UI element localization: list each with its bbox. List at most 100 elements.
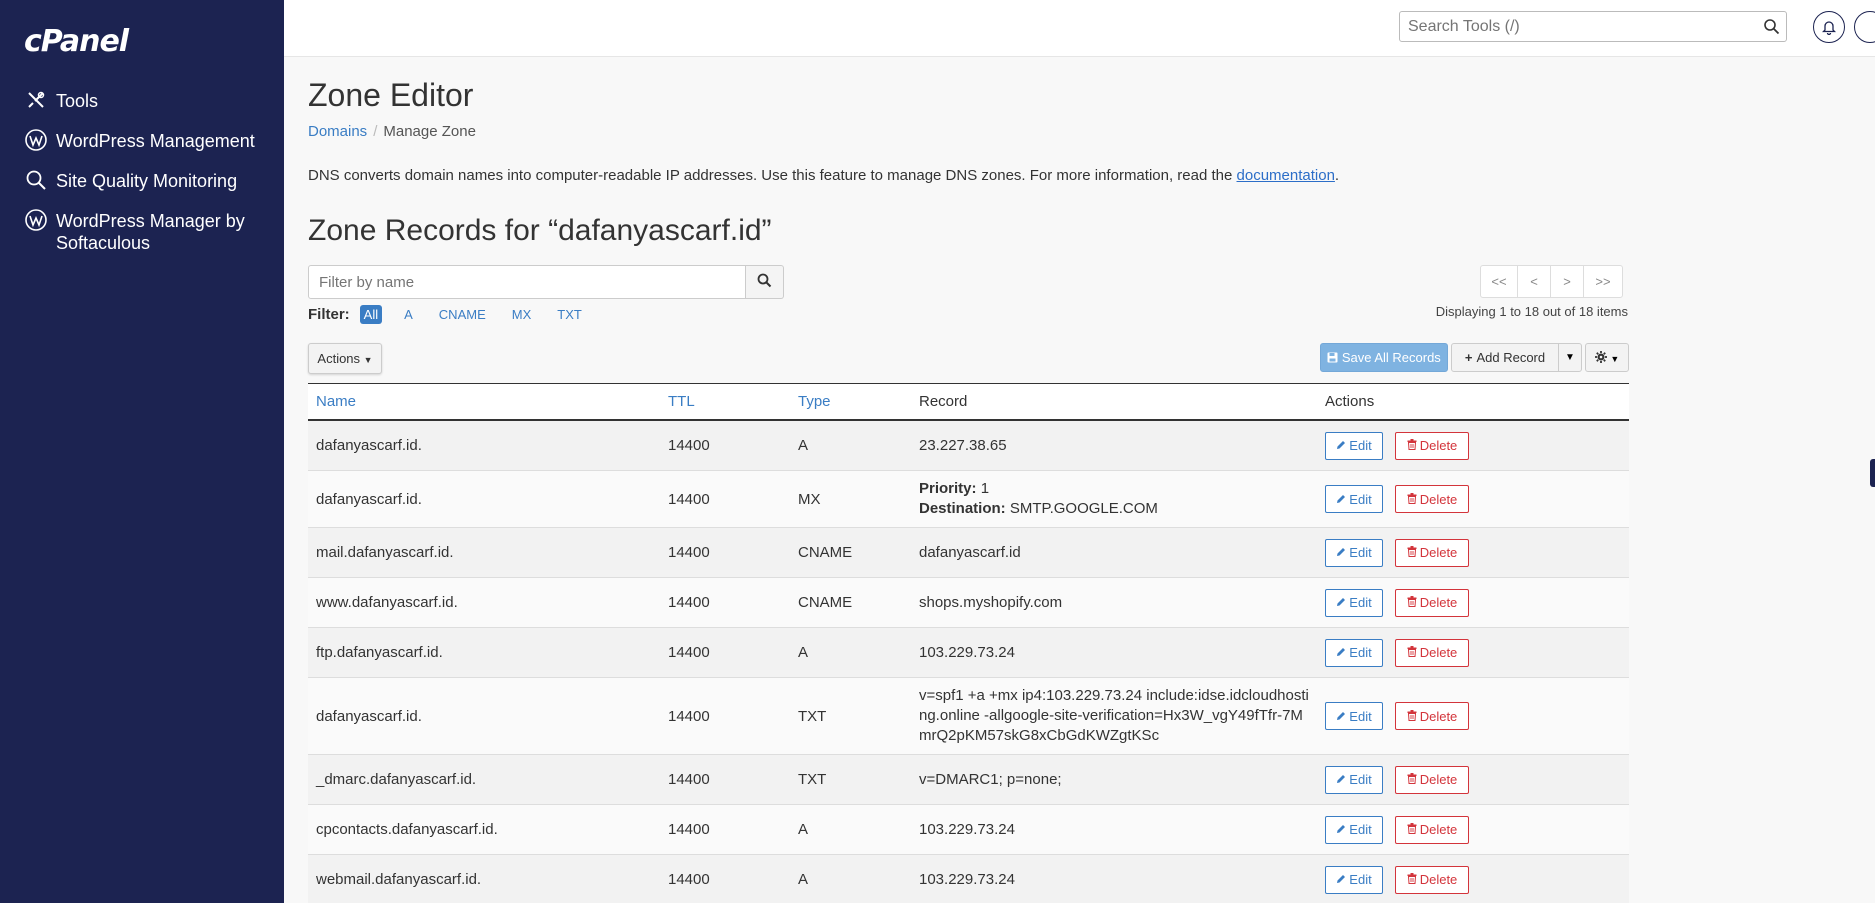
delete-button[interactable]: Delete [1395, 638, 1469, 667]
delete-button[interactable]: Delete [1395, 588, 1469, 617]
filter-cname[interactable]: CNAME [435, 305, 490, 324]
sidebar: cPanel Tools WordPress Management Site Q… [0, 0, 284, 903]
record-type: TXT [798, 707, 827, 725]
sidebar-item-tools[interactable]: Tools [0, 88, 284, 128]
cpanel-logo[interactable]: cPanel [24, 24, 129, 59]
sidebar-item-label: WordPress Manager by Softaculous [56, 211, 245, 253]
caret-down-icon: ▼ [1565, 352, 1575, 363]
scrollbar-handle[interactable] [1870, 459, 1875, 487]
edit-button[interactable]: Edit [1325, 588, 1383, 617]
pencil-icon [1336, 709, 1349, 724]
record-ttl: 14400 [668, 437, 710, 454]
record-type: A [798, 871, 809, 888]
zone-records-title: Zone Records for “dafanyascarf.id” [308, 214, 772, 247]
filter-mx[interactable]: MX [508, 305, 536, 324]
edit-button[interactable]: Edit [1325, 815, 1383, 844]
settings-dropdown-button[interactable]: ▼ [1585, 343, 1629, 372]
pencil-icon [1336, 645, 1349, 660]
sidebar-item-wordpress-management[interactable]: WordPress Management [0, 128, 284, 168]
trash-icon [1407, 545, 1420, 560]
record-type: CNAME [798, 594, 853, 611]
record-name: _dmarc.dafanyascarf.id. [316, 771, 477, 788]
table-row: dafanyascarf.id. 14400 A 23.227.38.65 Edit De… [308, 421, 1629, 471]
filter-a[interactable]: A [400, 305, 417, 324]
row-actions: Edit Delete [1317, 865, 1629, 894]
pencil-icon [1336, 545, 1349, 560]
documentation-link[interactable]: documentation [1237, 167, 1335, 184]
filter-all[interactable]: All [359, 305, 383, 324]
breadcrumb-domains-link[interactable]: Domains [308, 123, 367, 140]
sidebar-item-site-quality-monitoring[interactable]: Site Quality Monitoring [0, 168, 284, 208]
wordpress-icon [24, 128, 48, 152]
column-header-record: Record [919, 393, 968, 410]
edit-button[interactable]: Edit [1325, 765, 1383, 794]
record-type: A [798, 437, 809, 454]
first-page-button[interactable]: << [1480, 265, 1518, 298]
delete-button[interactable]: Delete [1395, 485, 1469, 513]
record-value: 103.229.73.24 [919, 643, 1015, 661]
delete-button[interactable]: Delete [1395, 702, 1469, 730]
actions-dropdown-button[interactable]: Actions ▼ [308, 343, 382, 374]
filter-by-name-input[interactable] [308, 265, 746, 299]
last-page-button[interactable]: >> [1583, 265, 1623, 298]
record-content: v=DMARC1; p=none; [911, 770, 1317, 790]
record-value-line: v=spf1 +a +mx ip4:103.229.73.24 include:… [919, 687, 1309, 704]
delete-button[interactable]: Delete [1395, 815, 1469, 844]
record-value: 23.227.38.65 [919, 436, 1007, 454]
sidebar-item-wordpress-manager-softaculous[interactable]: WordPress Manager by Softaculous [0, 208, 284, 266]
row-actions: Edit Delete [1317, 702, 1629, 730]
breadcrumb: Domains / Manage Zone [308, 123, 476, 140]
edit-button[interactable]: Edit [1325, 638, 1383, 667]
record-name: dafanyascarf.id. [316, 437, 422, 454]
search-icon [757, 273, 772, 291]
column-header-actions: Actions [1325, 393, 1375, 410]
user-menu-icon[interactable] [1854, 11, 1875, 43]
page-title: Zone Editor [308, 77, 474, 113]
delete-button[interactable]: Delete [1395, 765, 1469, 794]
pencil-icon [1336, 492, 1349, 507]
filter-txt[interactable]: TXT [553, 305, 586, 324]
trash-icon [1407, 822, 1420, 837]
save-all-records-button[interactable]: Save All Records [1320, 343, 1448, 372]
edit-button[interactable]: Edit [1325, 538, 1383, 567]
search-tools-input[interactable] [1400, 12, 1740, 41]
row-actions: Edit Delete [1317, 431, 1629, 460]
record-ttl: 14400 [668, 821, 710, 838]
delete-button[interactable]: Delete [1395, 865, 1469, 894]
record-value-line: mrQ2pKM57skG8xCbGdKWZgtKSc [919, 727, 1160, 744]
zone-records-table: Name TTL Type Record Actions dafanyascar… [308, 383, 1629, 903]
record-type: MX [798, 490, 821, 508]
column-header-type[interactable]: Type [790, 393, 911, 410]
edit-button[interactable]: Edit [1325, 865, 1383, 894]
pencil-icon [1336, 872, 1349, 887]
add-record-button[interactable]: + Add Record [1451, 343, 1559, 372]
search-icon[interactable] [1763, 18, 1780, 40]
record-type: A [798, 644, 809, 661]
edit-button[interactable]: Edit [1325, 702, 1383, 730]
table-row: _dmarc.dafanyascarf.id. 14400 TXT v=DMARC1;… [308, 755, 1629, 805]
record-name: www.dafanyascarf.id. [316, 594, 458, 611]
next-page-button[interactable]: > [1550, 265, 1584, 298]
delete-button[interactable]: Delete [1395, 538, 1469, 567]
row-actions: Edit Delete [1317, 765, 1629, 794]
record-ttl: 14400 [668, 771, 710, 788]
column-header-name[interactable]: Name [308, 393, 660, 410]
add-record-dropdown-toggle[interactable]: ▼ [1558, 343, 1582, 372]
mx-priority: Priority: 1 [919, 480, 990, 497]
edit-button[interactable]: Edit [1325, 485, 1383, 513]
column-header-ttl[interactable]: TTL [660, 393, 790, 410]
notifications-bell-icon[interactable] [1813, 11, 1845, 43]
trash-icon [1407, 772, 1420, 787]
record-value: 103.229.73.24 [919, 820, 1015, 838]
prev-page-button[interactable]: < [1517, 265, 1551, 298]
record-content: Priority: 1 Destination: SMTP.GOOGLE.COM [911, 479, 1317, 519]
delete-button[interactable]: Delete [1395, 431, 1469, 460]
displaying-count: Displaying 1 to 18 out of 18 items [1435, 304, 1628, 319]
table-row: mail.dafanyascarf.id. 14400 CNAME dafanyasc… [308, 528, 1629, 578]
filter-search-button[interactable] [746, 265, 784, 299]
sidebar-item-label: Tools [56, 91, 99, 111]
edit-button[interactable]: Edit [1325, 431, 1383, 460]
table-row: webmail.dafanyascarf.id. 14400 A 103.229.73… [308, 855, 1629, 903]
table-header: Name TTL Type Record Actions [308, 384, 1629, 421]
record-ttl: 14400 [668, 871, 710, 888]
